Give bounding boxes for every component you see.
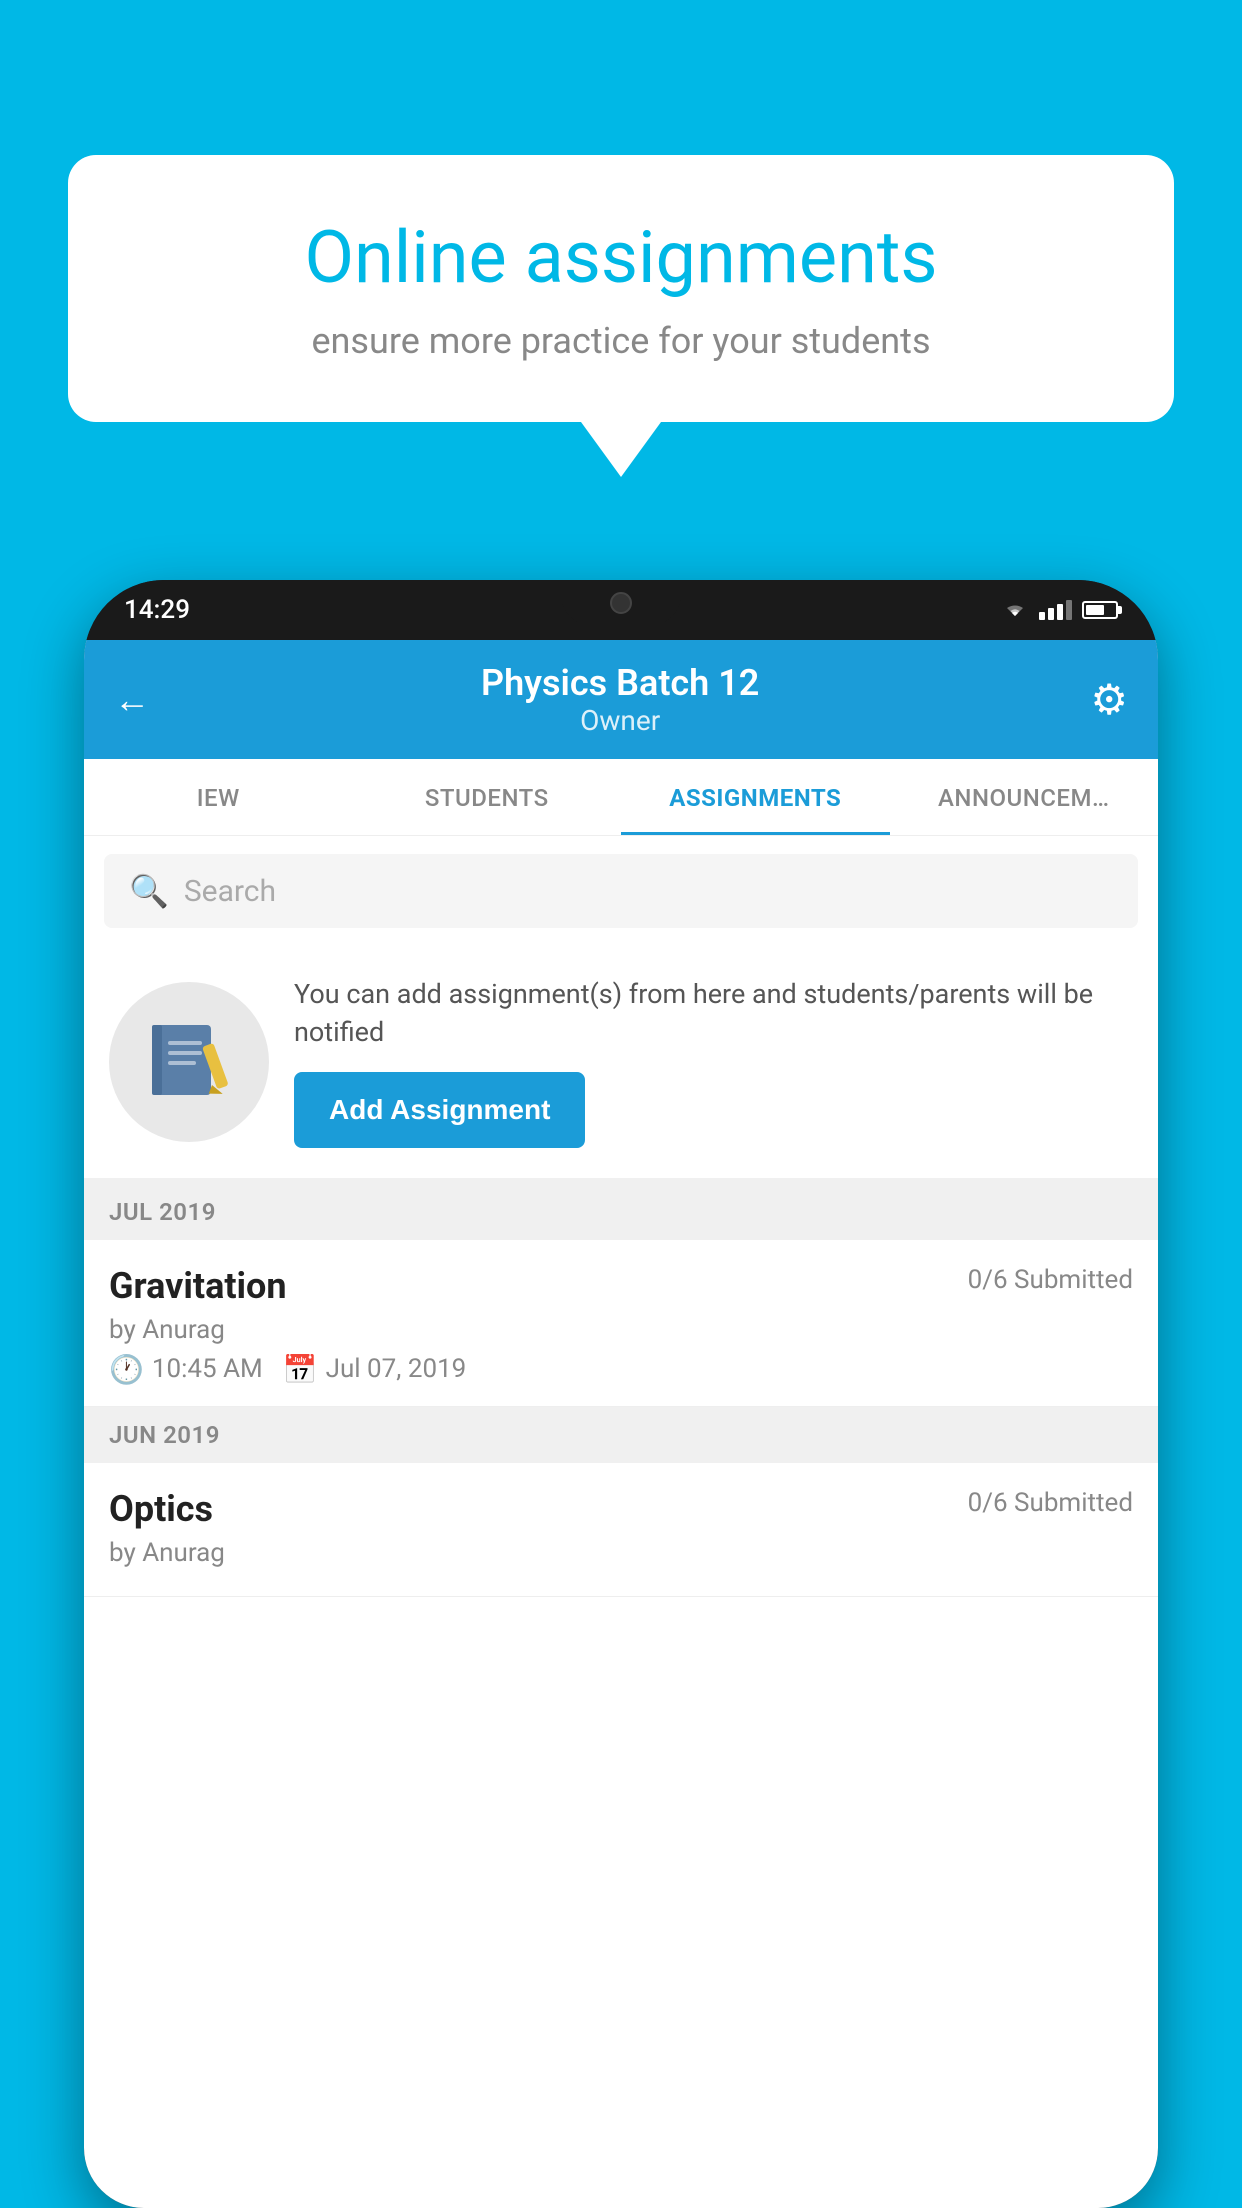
- status-time: 14:29: [124, 595, 190, 625]
- speech-bubble-container: Online assignments ensure more practice …: [68, 155, 1174, 477]
- assignment-title: Gravitation: [109, 1265, 287, 1307]
- phone-frame: 14:29 ←: [84, 580, 1158, 2208]
- assignment-submitted: 0/6 Submitted: [968, 1265, 1133, 1295]
- assignment-time: 🕐 10:45 AM: [109, 1353, 263, 1386]
- status-bar: 14:29: [84, 580, 1158, 640]
- promo-text: You can add assignment(s) from here and …: [294, 976, 1133, 1052]
- back-button[interactable]: ←: [114, 679, 150, 721]
- app-header: ← Physics Batch 12 Owner ⚙: [84, 640, 1158, 759]
- tabs-container: IEW STUDENTS ASSIGNMENTS ANNOUNCEM…: [84, 759, 1158, 836]
- add-assignment-promo: You can add assignment(s) from here and …: [84, 946, 1158, 1184]
- month-separator-jul: JUL 2019: [84, 1184, 1158, 1240]
- notebook-icon-circle: [109, 982, 269, 1142]
- tab-announcements[interactable]: ANNOUNCEM…: [890, 759, 1159, 835]
- assignment-header: Gravitation 0/6 Submitted: [109, 1265, 1133, 1307]
- tab-assignments[interactable]: ASSIGNMENTS: [621, 759, 890, 835]
- assignment-title-optics: Optics: [109, 1488, 213, 1530]
- app-screen: ← Physics Batch 12 Owner ⚙ IEW STUDENTS …: [84, 640, 1158, 2208]
- header-title-group: Physics Batch 12 Owner: [481, 662, 759, 737]
- assignment-meta: 🕐 10:45 AM 📅 Jul 07, 2019: [109, 1353, 1133, 1386]
- add-assignment-button[interactable]: Add Assignment: [294, 1072, 585, 1148]
- search-icon: 🔍: [129, 872, 169, 910]
- signal-icon: [1039, 600, 1072, 620]
- calendar-icon: 📅: [283, 1353, 318, 1386]
- wifi-icon: [1001, 600, 1029, 620]
- header-title: Physics Batch 12: [481, 662, 759, 704]
- speech-bubble: Online assignments ensure more practice …: [68, 155, 1174, 422]
- assignment-header-optics: Optics 0/6 Submitted: [109, 1488, 1133, 1530]
- assignment-item-gravitation[interactable]: Gravitation 0/6 Submitted by Anurag 🕐 10…: [84, 1240, 1158, 1407]
- phone-camera: [610, 592, 632, 614]
- settings-button[interactable]: ⚙: [1090, 675, 1128, 725]
- assignment-submitted-optics: 0/6 Submitted: [968, 1488, 1133, 1518]
- search-container: 🔍 Search: [84, 836, 1158, 946]
- battery-icon: [1082, 601, 1118, 619]
- search-bar[interactable]: 🔍 Search: [104, 854, 1138, 928]
- speech-bubble-subtitle: ensure more practice for your students: [138, 320, 1104, 362]
- speech-bubble-tail: [581, 422, 661, 477]
- clock-icon: 🕐: [109, 1353, 144, 1386]
- tab-iew[interactable]: IEW: [84, 759, 353, 835]
- notebook-icon: [144, 1017, 234, 1107]
- header-subtitle: Owner: [481, 704, 759, 737]
- phone-notch: [561, 580, 681, 625]
- month-separator-jun: JUN 2019: [84, 1407, 1158, 1463]
- promo-content: You can add assignment(s) from here and …: [294, 976, 1133, 1148]
- search-placeholder: Search: [184, 874, 276, 909]
- assignment-author-optics: by Anurag: [109, 1538, 1133, 1568]
- status-icons: [1001, 600, 1118, 620]
- speech-bubble-title: Online assignments: [138, 215, 1104, 300]
- tab-students[interactable]: STUDENTS: [353, 759, 622, 835]
- assignment-date: 📅 Jul 07, 2019: [283, 1353, 467, 1386]
- assignment-item-optics[interactable]: Optics 0/6 Submitted by Anurag: [84, 1463, 1158, 1597]
- assignment-author: by Anurag: [109, 1315, 1133, 1345]
